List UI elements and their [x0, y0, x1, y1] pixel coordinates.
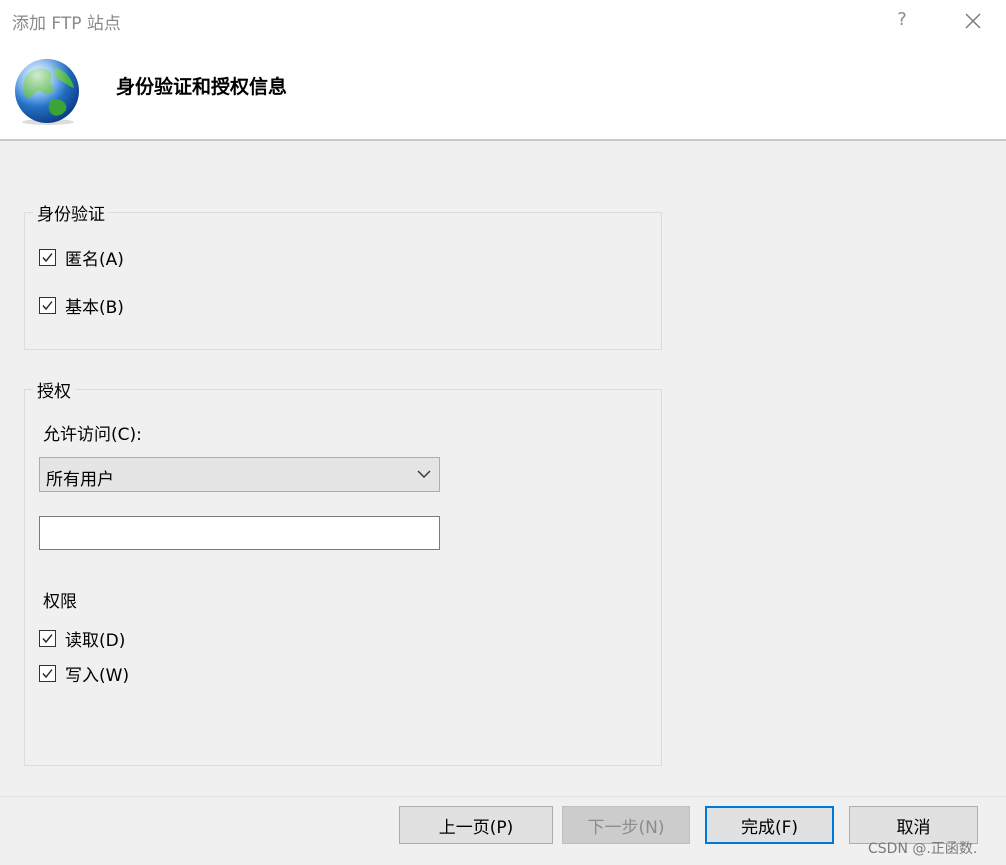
window-title: 添加 FTP 站点	[12, 14, 121, 34]
basic-label: 基本(B)	[65, 298, 124, 318]
checkmark-icon	[42, 669, 53, 679]
wizard-header: 身份验证和授权信息	[0, 42, 1006, 141]
globe-icon	[15, 59, 79, 125]
anonymous-label: 匿名(A)	[65, 250, 124, 270]
authorization-legend: 授权	[37, 382, 71, 402]
close-button[interactable]	[958, 6, 988, 36]
read-checkbox[interactable]: 读取(D)	[39, 626, 125, 651]
next-button: 下一步(N)	[562, 806, 690, 844]
basic-checkbox[interactable]: 基本(B)	[39, 293, 124, 318]
page-title: 身份验证和授权信息	[116, 76, 288, 98]
footer-divider	[0, 796, 1006, 797]
checkbox-box	[39, 297, 56, 314]
authentication-legend: 身份验证	[37, 205, 105, 225]
write-checkbox[interactable]: 写入(W)	[39, 661, 129, 686]
allow-access-label: 允许访问(C):	[43, 425, 142, 445]
checkbox-box	[39, 665, 56, 682]
anonymous-checkbox[interactable]: 匿名(A)	[39, 245, 124, 270]
finish-button[interactable]: 完成(F)	[705, 806, 834, 844]
allow-access-value: 所有用户	[46, 470, 114, 490]
checkmark-icon	[42, 301, 53, 311]
close-icon	[965, 13, 981, 29]
previous-button[interactable]: 上一页(P)	[399, 806, 553, 844]
help-button[interactable]: ?	[890, 9, 914, 33]
authentication-group: 身份验证	[24, 200, 662, 350]
chevron-down-icon	[417, 470, 431, 478]
checkmark-icon	[42, 634, 53, 644]
permissions-label: 权限	[43, 592, 77, 612]
checkbox-box	[39, 249, 56, 266]
title-bar: 添加 FTP 站点 ?	[0, 0, 1006, 42]
checkbox-box	[39, 630, 56, 647]
checkmark-icon	[42, 253, 53, 263]
read-label: 读取(D)	[65, 631, 126, 651]
user-role-input[interactable]	[39, 516, 440, 550]
allow-access-select[interactable]: 所有用户	[39, 457, 440, 492]
write-label: 写入(W)	[65, 666, 130, 686]
watermark: CSDN @.正函数.	[868, 841, 978, 857]
